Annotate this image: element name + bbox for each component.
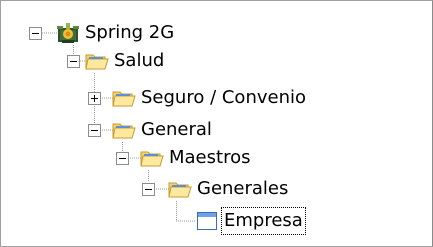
tree-node-label: Spring 2G: [85, 22, 175, 43]
collapse-general-button[interactable]: [88, 124, 101, 137]
collapse-salud-button[interactable]: [67, 55, 80, 68]
collapse-maestros-button[interactable]: [116, 152, 129, 165]
tree-node-spring-2g[interactable]: Spring 2G: [56, 19, 177, 47]
tree-view[interactable]: Spring 2G Salud Seguro / Convenio Genera…: [0, 0, 433, 247]
collapse-spring-2g-button[interactable]: [29, 27, 42, 40]
window-form-icon: [197, 212, 217, 230]
collapse-generales-button[interactable]: [142, 183, 155, 196]
tree-node-salud[interactable]: Salud: [85, 47, 167, 75]
tree-node-label: General: [141, 119, 212, 140]
folder-open-icon: [112, 91, 136, 107]
tree-node-label: Salud: [114, 50, 165, 71]
folder-open-icon: [168, 182, 192, 198]
tree-node-seguro-convenio[interactable]: Seguro / Convenio: [112, 84, 309, 112]
tree-node-label: Empresa: [221, 207, 306, 235]
tree-node-label: Maestros: [169, 147, 251, 168]
spring-app-icon: [57, 23, 79, 43]
expand-seguro-convenio-button[interactable]: [88, 92, 101, 105]
tree-node-generales[interactable]: Generales: [168, 175, 291, 203]
tree-node-label: Seguro / Convenio: [141, 87, 306, 108]
tree-node-label: Generales: [197, 178, 289, 199]
tree-node-maestros[interactable]: Maestros: [140, 144, 253, 172]
folder-open-icon: [140, 151, 164, 167]
folder-open-icon: [112, 123, 136, 139]
tree-node-empresa[interactable]: Empresa: [195, 207, 306, 235]
tree-node-general[interactable]: General: [112, 116, 215, 144]
folder-open-icon: [85, 54, 109, 70]
